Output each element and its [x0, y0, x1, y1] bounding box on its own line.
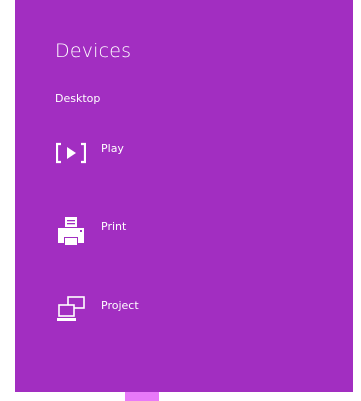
devices-charm-pane: Devices Desktop Play Print Project	[15, 0, 353, 392]
project-item[interactable]: Project	[53, 292, 273, 328]
project-icon	[53, 295, 89, 325]
printer-icon	[53, 216, 89, 246]
accent-strip	[125, 392, 159, 401]
play-label: Play	[101, 141, 124, 155]
play-item[interactable]: Play	[53, 135, 273, 171]
section-label-desktop: Desktop	[55, 92, 101, 105]
pane-title: Devices	[55, 40, 132, 62]
print-label: Print	[101, 219, 127, 233]
print-item[interactable]: Print	[53, 213, 273, 249]
project-label: Project	[101, 298, 139, 312]
play-icon	[53, 138, 89, 168]
bottom-edge	[0, 392, 361, 401]
